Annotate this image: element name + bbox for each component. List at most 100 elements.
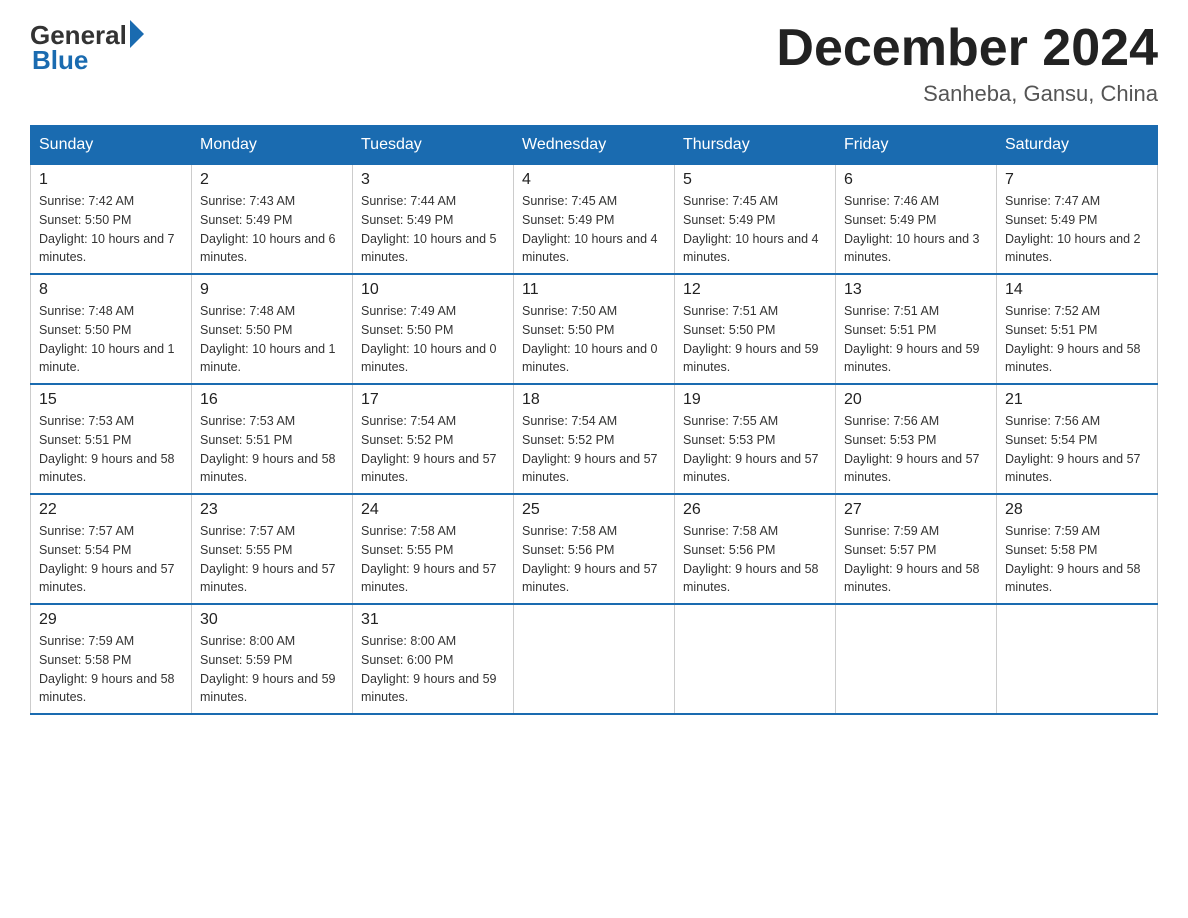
day-info: Sunrise: 7:56 AM Sunset: 5:54 PM Dayligh…	[1005, 412, 1149, 487]
day-number: 12	[683, 281, 827, 299]
calendar-header-row: Sunday Monday Tuesday Wednesday Thursday…	[31, 126, 1158, 165]
col-tuesday: Tuesday	[353, 126, 514, 165]
col-thursday: Thursday	[675, 126, 836, 165]
calendar-cell: 13 Sunrise: 7:51 AM Sunset: 5:51 PM Dayl…	[836, 274, 997, 384]
calendar-cell: 16 Sunrise: 7:53 AM Sunset: 5:51 PM Dayl…	[192, 384, 353, 494]
day-info: Sunrise: 7:51 AM Sunset: 5:50 PM Dayligh…	[683, 302, 827, 377]
day-number: 13	[844, 281, 988, 299]
day-number: 11	[522, 281, 666, 299]
calendar-cell: 31 Sunrise: 8:00 AM Sunset: 6:00 PM Dayl…	[353, 604, 514, 714]
day-info: Sunrise: 7:58 AM Sunset: 5:56 PM Dayligh…	[522, 522, 666, 597]
day-number: 17	[361, 391, 505, 409]
calendar-cell	[675, 604, 836, 714]
day-info: Sunrise: 7:45 AM Sunset: 5:49 PM Dayligh…	[683, 192, 827, 267]
logo-blue-text: Blue	[32, 45, 88, 76]
day-info: Sunrise: 7:54 AM Sunset: 5:52 PM Dayligh…	[522, 412, 666, 487]
logo-triangle-icon	[130, 20, 144, 48]
calendar-cell: 24 Sunrise: 7:58 AM Sunset: 5:55 PM Dayl…	[353, 494, 514, 604]
day-number: 24	[361, 501, 505, 519]
calendar-cell: 15 Sunrise: 7:53 AM Sunset: 5:51 PM Dayl…	[31, 384, 192, 494]
calendar-cell: 20 Sunrise: 7:56 AM Sunset: 5:53 PM Dayl…	[836, 384, 997, 494]
day-number: 19	[683, 391, 827, 409]
calendar-cell: 9 Sunrise: 7:48 AM Sunset: 5:50 PM Dayli…	[192, 274, 353, 384]
calendar-cell: 3 Sunrise: 7:44 AM Sunset: 5:49 PM Dayli…	[353, 165, 514, 275]
day-number: 23	[200, 501, 344, 519]
day-info: Sunrise: 8:00 AM Sunset: 6:00 PM Dayligh…	[361, 632, 505, 707]
calendar-cell: 8 Sunrise: 7:48 AM Sunset: 5:50 PM Dayli…	[31, 274, 192, 384]
day-info: Sunrise: 8:00 AM Sunset: 5:59 PM Dayligh…	[200, 632, 344, 707]
location: Sanheba, Gansu, China	[776, 81, 1158, 107]
day-number: 31	[361, 611, 505, 629]
day-info: Sunrise: 7:59 AM Sunset: 5:57 PM Dayligh…	[844, 522, 988, 597]
calendar-cell: 25 Sunrise: 7:58 AM Sunset: 5:56 PM Dayl…	[514, 494, 675, 604]
day-info: Sunrise: 7:50 AM Sunset: 5:50 PM Dayligh…	[522, 302, 666, 377]
calendar-cell: 23 Sunrise: 7:57 AM Sunset: 5:55 PM Dayl…	[192, 494, 353, 604]
calendar-week-row: 8 Sunrise: 7:48 AM Sunset: 5:50 PM Dayli…	[31, 274, 1158, 384]
day-number: 1	[39, 171, 183, 189]
calendar-cell: 7 Sunrise: 7:47 AM Sunset: 5:49 PM Dayli…	[997, 165, 1158, 275]
day-number: 16	[200, 391, 344, 409]
day-info: Sunrise: 7:59 AM Sunset: 5:58 PM Dayligh…	[1005, 522, 1149, 597]
day-number: 3	[361, 171, 505, 189]
day-number: 5	[683, 171, 827, 189]
calendar-cell: 30 Sunrise: 8:00 AM Sunset: 5:59 PM Dayl…	[192, 604, 353, 714]
day-number: 25	[522, 501, 666, 519]
day-info: Sunrise: 7:55 AM Sunset: 5:53 PM Dayligh…	[683, 412, 827, 487]
day-info: Sunrise: 7:58 AM Sunset: 5:55 PM Dayligh…	[361, 522, 505, 597]
calendar-cell: 26 Sunrise: 7:58 AM Sunset: 5:56 PM Dayl…	[675, 494, 836, 604]
day-info: Sunrise: 7:59 AM Sunset: 5:58 PM Dayligh…	[39, 632, 183, 707]
day-info: Sunrise: 7:42 AM Sunset: 5:50 PM Dayligh…	[39, 192, 183, 267]
calendar-cell: 10 Sunrise: 7:49 AM Sunset: 5:50 PM Dayl…	[353, 274, 514, 384]
calendar-cell: 12 Sunrise: 7:51 AM Sunset: 5:50 PM Dayl…	[675, 274, 836, 384]
day-info: Sunrise: 7:53 AM Sunset: 5:51 PM Dayligh…	[39, 412, 183, 487]
month-title: December 2024	[776, 20, 1158, 77]
calendar-cell: 27 Sunrise: 7:59 AM Sunset: 5:57 PM Dayl…	[836, 494, 997, 604]
day-number: 14	[1005, 281, 1149, 299]
day-number: 18	[522, 391, 666, 409]
day-number: 28	[1005, 501, 1149, 519]
calendar-cell: 5 Sunrise: 7:45 AM Sunset: 5:49 PM Dayli…	[675, 165, 836, 275]
day-info: Sunrise: 7:51 AM Sunset: 5:51 PM Dayligh…	[844, 302, 988, 377]
calendar-cell: 6 Sunrise: 7:46 AM Sunset: 5:49 PM Dayli…	[836, 165, 997, 275]
day-info: Sunrise: 7:44 AM Sunset: 5:49 PM Dayligh…	[361, 192, 505, 267]
day-number: 10	[361, 281, 505, 299]
day-number: 15	[39, 391, 183, 409]
calendar-cell: 11 Sunrise: 7:50 AM Sunset: 5:50 PM Dayl…	[514, 274, 675, 384]
day-info: Sunrise: 7:52 AM Sunset: 5:51 PM Dayligh…	[1005, 302, 1149, 377]
day-info: Sunrise: 7:45 AM Sunset: 5:49 PM Dayligh…	[522, 192, 666, 267]
day-number: 21	[1005, 391, 1149, 409]
calendar-table: Sunday Monday Tuesday Wednesday Thursday…	[30, 125, 1158, 715]
calendar-cell: 28 Sunrise: 7:59 AM Sunset: 5:58 PM Dayl…	[997, 494, 1158, 604]
day-info: Sunrise: 7:49 AM Sunset: 5:50 PM Dayligh…	[361, 302, 505, 377]
day-number: 2	[200, 171, 344, 189]
col-wednesday: Wednesday	[514, 126, 675, 165]
day-number: 27	[844, 501, 988, 519]
logo: General Blue	[30, 20, 144, 76]
calendar-cell: 29 Sunrise: 7:59 AM Sunset: 5:58 PM Dayl…	[31, 604, 192, 714]
calendar-cell	[997, 604, 1158, 714]
calendar-week-row: 15 Sunrise: 7:53 AM Sunset: 5:51 PM Dayl…	[31, 384, 1158, 494]
day-info: Sunrise: 7:58 AM Sunset: 5:56 PM Dayligh…	[683, 522, 827, 597]
col-sunday: Sunday	[31, 126, 192, 165]
page-header: General Blue December 2024 Sanheba, Gans…	[30, 20, 1158, 107]
day-number: 29	[39, 611, 183, 629]
day-number: 4	[522, 171, 666, 189]
title-section: December 2024 Sanheba, Gansu, China	[776, 20, 1158, 107]
calendar-cell	[514, 604, 675, 714]
calendar-cell: 18 Sunrise: 7:54 AM Sunset: 5:52 PM Dayl…	[514, 384, 675, 494]
day-number: 26	[683, 501, 827, 519]
calendar-cell: 2 Sunrise: 7:43 AM Sunset: 5:49 PM Dayli…	[192, 165, 353, 275]
day-info: Sunrise: 7:48 AM Sunset: 5:50 PM Dayligh…	[200, 302, 344, 377]
day-info: Sunrise: 7:46 AM Sunset: 5:49 PM Dayligh…	[844, 192, 988, 267]
day-info: Sunrise: 7:56 AM Sunset: 5:53 PM Dayligh…	[844, 412, 988, 487]
calendar-week-row: 1 Sunrise: 7:42 AM Sunset: 5:50 PM Dayli…	[31, 165, 1158, 275]
calendar-cell: 4 Sunrise: 7:45 AM Sunset: 5:49 PM Dayli…	[514, 165, 675, 275]
col-monday: Monday	[192, 126, 353, 165]
day-number: 6	[844, 171, 988, 189]
day-number: 7	[1005, 171, 1149, 189]
day-number: 22	[39, 501, 183, 519]
day-number: 20	[844, 391, 988, 409]
calendar-cell: 14 Sunrise: 7:52 AM Sunset: 5:51 PM Dayl…	[997, 274, 1158, 384]
calendar-cell: 19 Sunrise: 7:55 AM Sunset: 5:53 PM Dayl…	[675, 384, 836, 494]
col-saturday: Saturday	[997, 126, 1158, 165]
